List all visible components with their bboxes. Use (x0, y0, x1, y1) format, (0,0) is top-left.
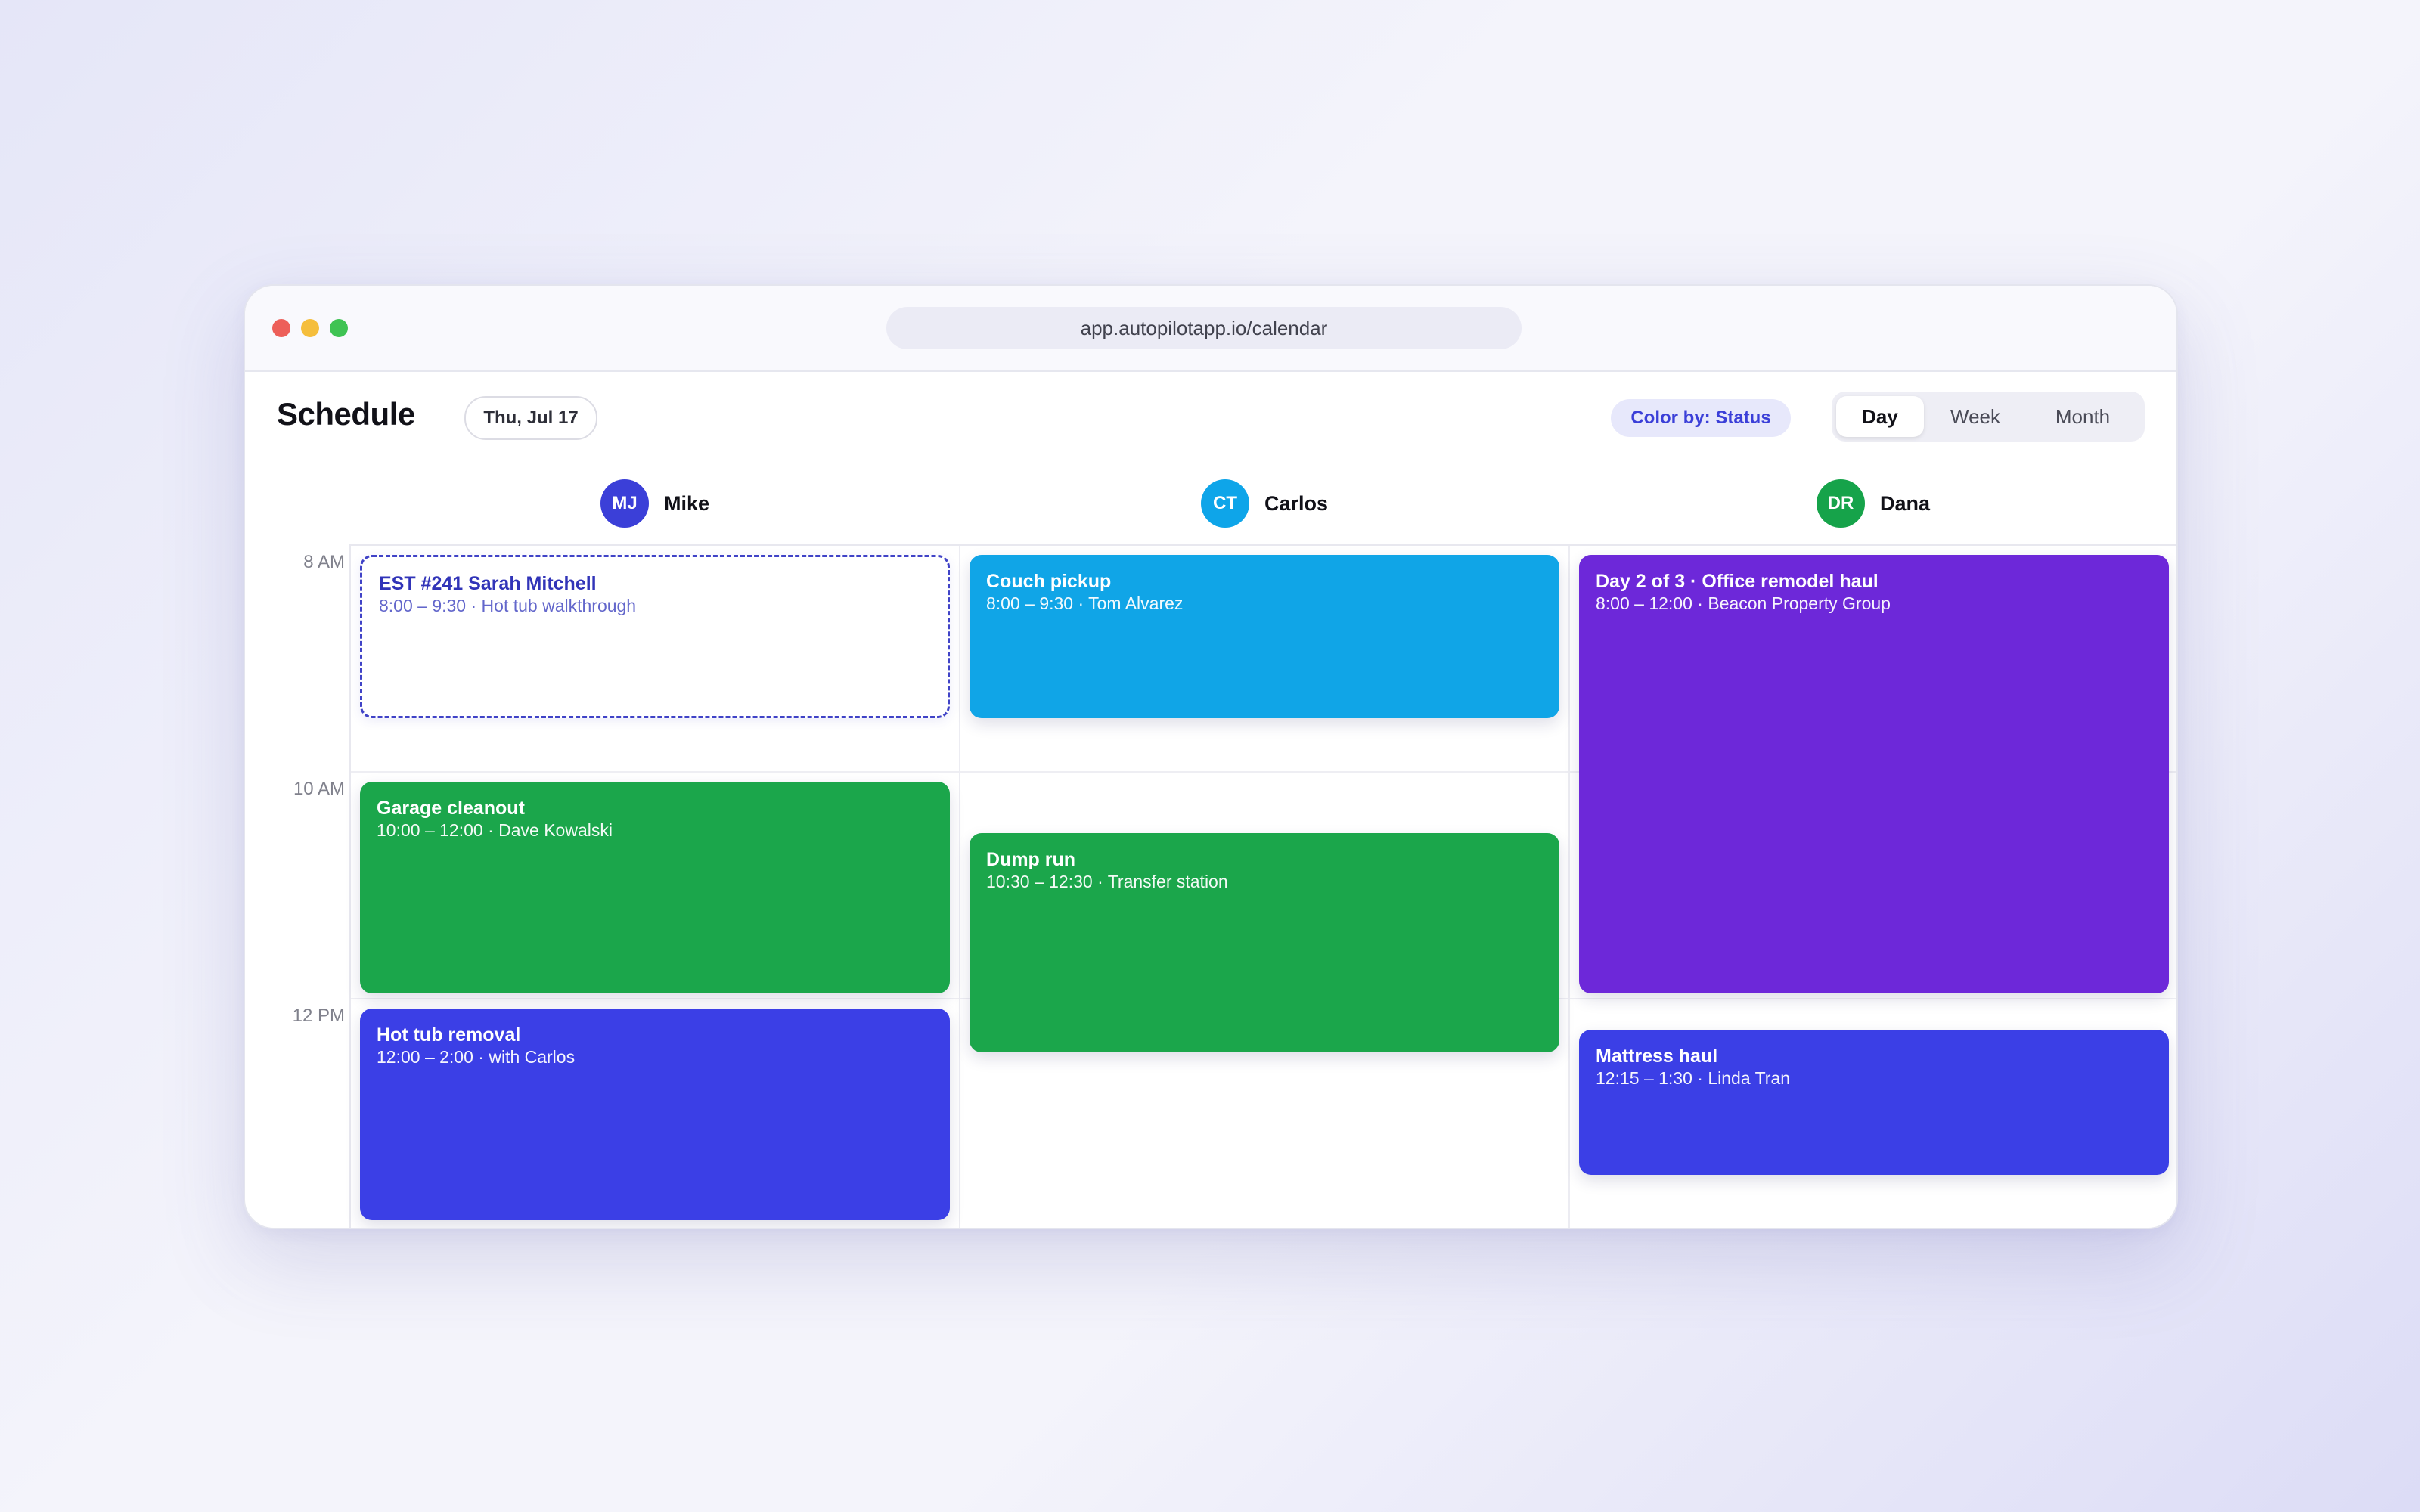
time-label-8am: 8 AM (303, 552, 345, 572)
column-divider (1568, 546, 1570, 1228)
event-couch-pickup[interactable]: Couch pickup 8:00 – 9:30 · Tom Alvarez (970, 555, 1559, 718)
event-subtitle: 12:00 – 2:00 · with Carlos (377, 1047, 576, 1067)
event-dump-run[interactable]: Dump run 10:30 – 12:30 · Transfer statio… (970, 833, 1559, 1052)
close-window-icon[interactable] (272, 319, 290, 337)
minimize-window-icon[interactable] (301, 319, 319, 337)
event-garage-cleanout[interactable]: Garage cleanout 10:00 – 12:00 · Dave Kow… (360, 782, 950, 993)
date-picker-button[interactable]: Thu, Jul 17 (464, 396, 597, 440)
event-title: Garage cleanout (377, 798, 525, 819)
view-month-button[interactable]: Month (2028, 396, 2137, 437)
browser-titlebar: app.autopilotapp.io/calendar (245, 286, 2176, 372)
calendar-grid: EST #241 Sarah Mitchell 8:00 – 9:30 · Ho… (349, 544, 2176, 1228)
event-title: Day 2 of 3 · Office remodel haul (1596, 571, 1879, 592)
url-bar[interactable]: app.autopilotapp.io/calendar (886, 307, 1522, 349)
time-label-10am: 10 AM (293, 779, 345, 799)
time-label-12pm: 12 PM (292, 1005, 345, 1026)
event-estimate-sarah-mitchell[interactable]: EST #241 Sarah Mitchell 8:00 – 9:30 · Ho… (360, 555, 950, 718)
color-by-status-button[interactable]: Color by: Status (1611, 399, 1791, 437)
event-title: EST #241 Sarah Mitchell (379, 573, 597, 594)
page-title: Schedule (277, 396, 415, 432)
view-toggle: Day Week Month (1832, 392, 2145, 442)
event-subtitle: 12:15 – 1:30 · Linda Tran (1596, 1068, 1791, 1088)
column-divider (959, 546, 960, 1228)
view-day-button[interactable]: Day (1836, 396, 1924, 437)
event-office-remodel-haul[interactable]: Day 2 of 3 · Office remodel haul 8:00 – … (1579, 555, 2169, 993)
staff-name: Carlos (1264, 492, 1329, 515)
event-subtitle: 8:00 – 9:30 · Tom Alvarez (986, 593, 1184, 613)
avatar: MJ (600, 479, 649, 528)
staff-name: Mike (664, 492, 710, 515)
event-subtitle: 8:00 – 9:30 · Hot tub walkthrough (379, 596, 637, 615)
event-title: Hot tub removal (377, 1024, 521, 1046)
event-hot-tub-removal[interactable]: Hot tub removal 12:00 – 2:00 · with Carl… (360, 1009, 950, 1220)
app-window: app.autopilotapp.io/calendar Schedule Th… (244, 284, 2178, 1229)
avatar: CT (1201, 479, 1249, 528)
event-title: Mattress haul (1596, 1046, 1718, 1067)
event-title: Couch pickup (986, 571, 1112, 592)
event-subtitle: 8:00 – 12:00 · Beacon Property Group (1596, 593, 1891, 613)
event-subtitle: 10:00 – 12:00 · Dave Kowalski (377, 820, 613, 840)
event-mattress-haul[interactable]: Mattress haul 12:15 – 1:30 · Linda Tran (1579, 1030, 2169, 1175)
maximize-window-icon[interactable] (330, 319, 348, 337)
view-week-button[interactable]: Week (1928, 396, 2022, 437)
event-subtitle: 10:30 – 12:30 · Transfer station (986, 872, 1228, 891)
event-title: Dump run (986, 849, 1076, 870)
staff-name: Dana (1880, 492, 1931, 515)
avatar: DR (1817, 479, 1865, 528)
